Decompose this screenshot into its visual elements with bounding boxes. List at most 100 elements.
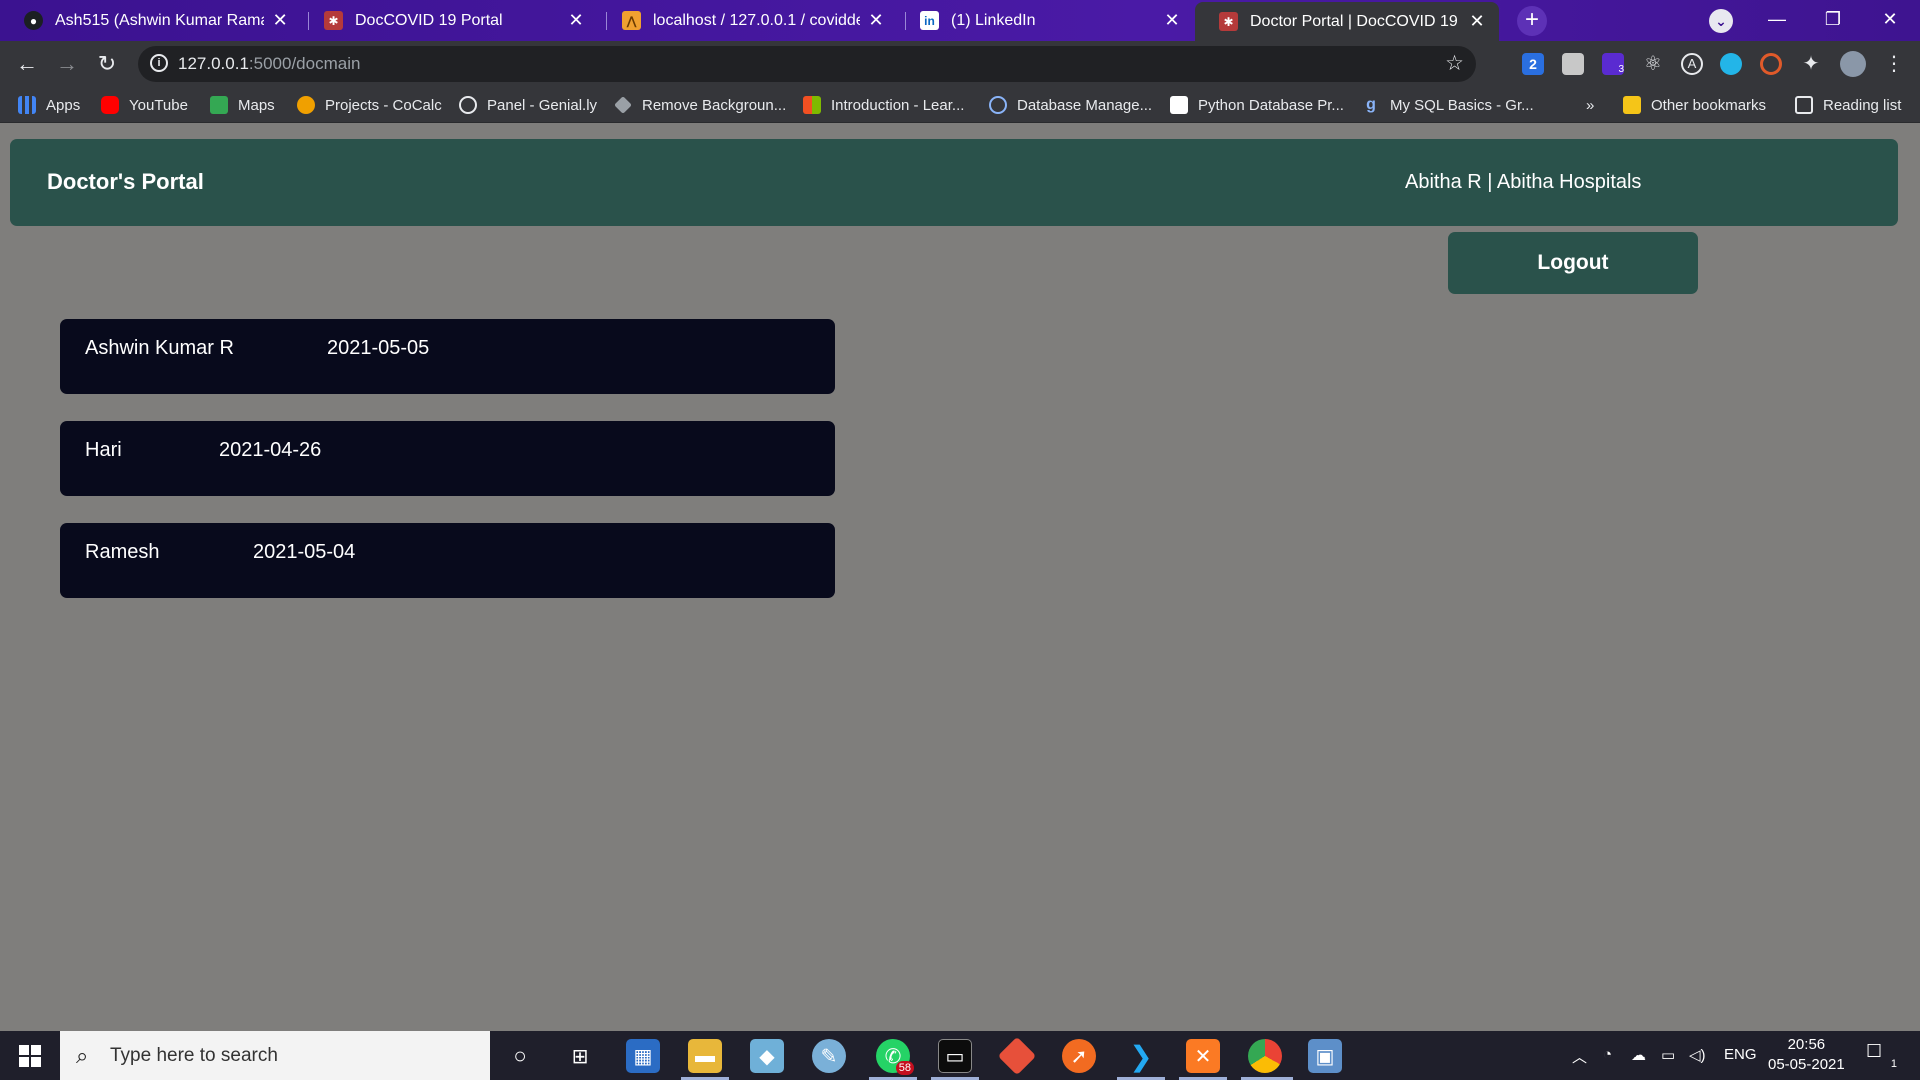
file-explorer-icon[interactable]: ▬ [688,1039,722,1073]
start-button[interactable] [0,1031,60,1080]
tab-doctor-portal[interactable]: ✱ Doctor Portal | DocCOVID 19 ✕ [1195,2,1499,41]
site-info-icon[interactable]: i [150,54,168,72]
portal-header: Doctor's Portal Abitha R | Abitha Hospit… [10,139,1898,226]
network-icon[interactable]: ◔ [1603,1046,1612,1063]
tab-search-icon[interactable]: ⌄ [1709,9,1733,33]
extension-icon[interactable] [1562,53,1584,75]
show-hidden-icons-icon[interactable]: ︿ [1572,1046,1587,1067]
extension-icon[interactable]: A [1681,53,1703,75]
bookmark-mysql-basics[interactable]: g My SQL Basics - Gr... [1362,94,1534,116]
bookmark-label: Apps [46,96,81,114]
volume-icon[interactable]: ◁) [1689,1046,1706,1064]
tab-doccovid-portal[interactable]: ✱ DocCOVID 19 Portal ✕ [300,0,598,41]
extension-icon[interactable] [1760,53,1782,75]
close-window-icon[interactable]: ✕ [1862,0,1918,41]
github-icon: ● [24,11,43,30]
terminal-icon[interactable]: ▭ [938,1039,972,1073]
remote-desktop-icon[interactable]: ▣ [1308,1039,1342,1073]
extension-icon[interactable]: 2 [1522,53,1544,75]
new-tab-button[interactable]: + [1517,6,1547,36]
address-bar[interactable]: i 127.0.0.1:5000/docmain ☆ [138,46,1476,82]
doccovid-icon: ✱ [1219,12,1238,31]
vscode-icon[interactable]: ❯ [1124,1039,1158,1073]
close-icon[interactable]: ✕ [1162,10,1182,31]
bookmark-database-management[interactable]: Database Manage... [989,94,1152,116]
profile-avatar[interactable] [1840,51,1866,77]
git-icon[interactable] [997,1036,1037,1076]
other-bookmarks[interactable]: Other bookmarks [1623,94,1766,116]
clock-date: 05-05-2021 [1768,1056,1845,1073]
extensions-puzzle-icon[interactable]: ✦ [1800,53,1822,75]
reload-icon[interactable]: ↻ [91,49,123,81]
bookmark-label: Introduction - Lear... [831,96,965,114]
url-text[interactable]: 127.0.0.1:5000/docmain [178,54,360,74]
bookmarks-overflow-button[interactable]: » [1586,94,1594,116]
app-icon[interactable]: ◆ [750,1039,784,1073]
extension-icon[interactable] [1720,53,1742,75]
chrome-icon[interactable] [1248,1039,1282,1073]
react-devtools-icon[interactable]: ⚛ [1642,53,1664,75]
page-content: Doctor's Portal Abitha R | Abitha Hospit… [0,123,1920,1031]
tab-github[interactable]: ● Ash515 (Ashwin Kumar Ramaswamy) ✕ [0,0,300,41]
reading-list[interactable]: Reading list [1795,94,1901,116]
bookmark-maps[interactable]: Maps [210,94,275,116]
close-icon[interactable]: ✕ [272,10,288,31]
bookmark-label: Python Database Pr... [1198,96,1344,114]
close-icon[interactable]: ✕ [566,10,586,31]
bookmarks-bar: Apps YouTube Maps Projects - CoCalc Pane… [0,88,1920,123]
patient-date: 2021-05-05 [327,337,430,359]
patient-date: 2021-04-26 [219,439,322,461]
close-icon[interactable]: ✕ [868,10,884,31]
user-info: Abitha R | Abitha Hospitals [1405,171,1642,193]
close-icon[interactable]: ✕ [1467,11,1487,32]
patient-record[interactable]: Ashwin Kumar R 2021-05-05 [60,319,835,394]
minimize-icon[interactable]: — [1749,0,1805,41]
store-icon[interactable]: ▦ [626,1039,660,1073]
bookmark-label: Database Manage... [1017,96,1153,114]
bookmark-microsoft-learn[interactable]: Introduction - Lear... [803,94,964,116]
extension-icon[interactable]: 3 [1602,53,1624,75]
bookmark-cocalc[interactable]: Projects - CoCalc [297,94,442,116]
language-indicator[interactable]: ENG [1724,1046,1757,1063]
task-view-icon[interactable]: ⊞ [563,1039,597,1073]
tab-linkedin[interactable]: in (1) LinkedIn ✕ [896,0,1194,41]
forward-icon[interactable]: → [51,49,83,81]
url-host: 127.0.0.1 [178,54,249,73]
system-clock[interactable]: 20:56 05-05-2021 [1768,1035,1845,1075]
reading-list-icon [1795,96,1813,114]
bookmark-apps[interactable]: Apps [18,94,80,116]
folder-icon [1623,96,1641,114]
tab-title: Ash515 (Ashwin Kumar Ramaswamy) [55,11,264,29]
whatsapp-icon[interactable]: ✆ 58 [876,1039,914,1075]
bookmark-label: Panel - Genial.ly [487,96,598,114]
onedrive-icon[interactable]: ☁ [1631,1046,1646,1064]
bookmark-star-icon[interactable]: ☆ [1445,51,1464,76]
browser-toolbar: ← → ↻ i 127.0.0.1:5000/docmain ☆ 2 3 ⚛ A… [0,41,1920,88]
xampp-icon[interactable]: ✕ [1186,1039,1220,1073]
bookmark-youtube[interactable]: YouTube [101,94,188,116]
patient-record[interactable]: Hari 2021-04-26 [60,421,835,496]
restore-icon[interactable]: ❐ [1805,0,1861,41]
windows-logo-icon [19,1044,41,1067]
postman-icon[interactable]: ➚ [1062,1039,1096,1073]
back-icon[interactable]: ← [11,49,43,81]
tab-title: Doctor Portal | DocCOVID 19 [1250,12,1458,30]
logout-button[interactable]: Logout [1448,232,1698,294]
notification-count: 1 [1890,1058,1897,1070]
bookmark-remove-bg[interactable]: Remove Backgroun... [614,94,786,116]
tab-phpmyadmin[interactable]: ⋀ localhost / 127.0.0.1 / coviddetection… [598,0,896,41]
browser-tab-strip: ● Ash515 (Ashwin Kumar Ramaswamy) ✕ ✱ Do… [0,0,1920,41]
bookmark-label: Projects - CoCalc [325,96,442,114]
bookmark-python-database[interactable]: Python Database Pr... [1170,94,1344,116]
bookmark-genially[interactable]: Panel - Genial.ly [459,94,597,116]
battery-icon[interactable]: ▭ [1661,1046,1675,1064]
patient-name: Ashwin Kumar R [85,337,234,359]
bookmark-label: Remove Backgroun... [642,96,787,114]
menu-kebab-icon[interactable]: ⋮ [1883,53,1905,75]
patient-record[interactable]: Ramesh 2021-05-04 [60,523,835,598]
cortana-icon[interactable]: ○ [503,1039,537,1073]
portal-brand[interactable]: Doctor's Portal [47,169,204,195]
notifications-icon[interactable]: ☐ 1 [1866,1041,1897,1070]
paint-icon[interactable]: ✎ [812,1039,846,1073]
taskbar-search[interactable]: ⌕ Type here to search [60,1031,490,1080]
